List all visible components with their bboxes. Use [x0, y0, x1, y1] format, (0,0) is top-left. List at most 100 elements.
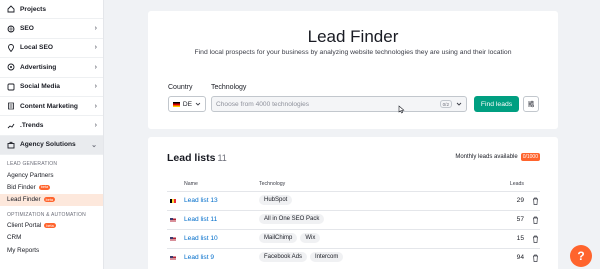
leads-count: 29 [516, 197, 524, 204]
page-title: Lead Finder [307, 27, 399, 46]
sidebar-item-label: Bid Finder [7, 183, 36, 191]
find-leads-button[interactable]: Find leads [474, 96, 519, 112]
sidebar-item-label: Advertising [20, 63, 57, 71]
chevron-down-icon: ⌄ [91, 141, 97, 149]
technology-tag: All in One SEO Pack [259, 214, 325, 224]
social-icon [7, 83, 15, 91]
chevron-down-icon [456, 102, 462, 106]
lead-list-link[interactable]: Lead list 9 [184, 254, 214, 261]
filter-settings-button[interactable] [523, 96, 539, 112]
leads-count: 94 [516, 254, 524, 261]
sidebar-item-label: Local SEO [20, 44, 53, 52]
column-header-technology[interactable]: Technology [259, 181, 285, 187]
technology-tags: HubSpot [259, 195, 293, 205]
sidebar-item-label: Agency Partners [7, 171, 54, 179]
sidebar-item-label: Lead Finder [7, 196, 41, 204]
help-button[interactable]: ? [570, 245, 592, 267]
page-subtitle: Find local prospects for your business b… [194, 49, 512, 56]
technology-tag: Wix [300, 233, 321, 243]
sidebar-item-seo[interactable]: SEO › [0, 19, 103, 39]
chevron-right-icon: › [94, 25, 97, 33]
filter-icon [528, 100, 534, 108]
technology-tags: All in One SEO Pack [259, 214, 325, 224]
lead-lists-count: 11 [217, 153, 227, 163]
sidebar-item-label: My Reports [7, 246, 40, 254]
sidebar-item-bid-finder[interactable]: Bid Finder beta [0, 181, 103, 193]
chevron-right-icon: › [94, 44, 97, 52]
sidebar-item-label: Client Portal [7, 222, 42, 230]
sidebar-item-crm[interactable]: CRM [0, 232, 103, 244]
sidebar-item-trends[interactable]: .Trends › [0, 116, 103, 136]
sidebar-item-social-media[interactable]: Social Media › [0, 78, 103, 97]
trends-icon [7, 122, 15, 130]
lead-list-link[interactable]: Lead list 10 [184, 235, 218, 242]
section-title-optimization: OPTIMIZATION & AUTOMATION [7, 211, 86, 218]
beta-badge: beta [44, 223, 56, 229]
sidebar-item-advertising[interactable]: Advertising › [0, 58, 103, 78]
column-header-name[interactable]: Name [184, 181, 198, 187]
sidebar-item-label: Agency Solutions [20, 141, 76, 149]
sidebar-item-label: Content Marketing [20, 102, 78, 110]
sidebar-item-lead-finder[interactable]: Lead Finder beta [0, 193, 103, 206]
lead-finder-card: Lead Finder Find local prospects for you… [148, 11, 558, 129]
sidebar-item-my-reports[interactable]: My Reports [0, 244, 103, 256]
table-row: Lead list 11 All in One SEO Pack 57 [167, 210, 540, 229]
table-row: Lead list 10 MailChimp Wix 15 [167, 229, 540, 248]
technology-count: 0/2 [439, 100, 452, 108]
sidebar-item-agency-solutions[interactable]: Agency Solutions ⌄ [0, 135, 103, 156]
technology-tags: Facebook Ads Intercom [259, 252, 344, 262]
sidebar-item-label: SEO [20, 25, 34, 33]
technology-tags: MailChimp Wix [259, 233, 321, 243]
leads-count: 57 [516, 216, 524, 223]
table-row: Lead list 13 HubSpot 29 [167, 191, 540, 210]
trash-icon[interactable] [532, 216, 539, 224]
sidebar-item-projects[interactable]: Projects [0, 0, 103, 20]
sidebar-item-local-seo[interactable]: Local SEO › [0, 39, 103, 59]
sidebar-item-label: .Trends [20, 122, 44, 130]
advertising-icon [7, 63, 15, 71]
usa-flag-icon [170, 218, 176, 222]
sidebar-item-label: CRM [7, 234, 22, 242]
leads-count: 15 [516, 235, 524, 242]
technology-label: Technology [211, 84, 247, 91]
chevron-right-icon: › [94, 122, 97, 130]
monthly-leads-quota: 0/1000 [520, 153, 540, 161]
technology-tag: HubSpot [259, 195, 293, 205]
monthly-leads: Monthly leads available 0/1000 [455, 153, 540, 161]
belgium-flag-icon [170, 199, 176, 203]
country-select[interactable]: DE [168, 96, 206, 112]
chevron-right-icon: › [94, 83, 97, 91]
trash-icon[interactable] [532, 235, 539, 243]
content-icon [7, 102, 15, 110]
seo-icon [7, 25, 15, 33]
beta-badge: beta [43, 197, 55, 203]
country-value: DE [182, 100, 193, 108]
lead-lists-title: Lead lists 11 [167, 152, 227, 164]
lead-list-link[interactable]: Lead list 13 [184, 197, 218, 204]
sidebar-item-label: Projects [20, 5, 47, 13]
chevron-down-icon [195, 102, 201, 106]
lead-lists-heading: Lead lists [167, 152, 216, 164]
agency-icon [7, 141, 15, 149]
column-header-leads[interactable]: Leads [510, 181, 524, 187]
usa-flag-icon [170, 237, 176, 241]
sidebar-item-content-marketing[interactable]: Content Marketing › [0, 97, 103, 117]
sidebar: Projects SEO › Local SEO › Advertising ›… [0, 0, 104, 269]
technology-tag: Intercom [310, 252, 344, 262]
technology-placeholder: Choose from 4000 technologies [216, 100, 310, 108]
home-icon [7, 5, 15, 13]
table-header: Name Technology Leads [167, 179, 540, 189]
sidebar-item-label: Social Media [20, 83, 60, 91]
mouse-cursor-icon [398, 105, 405, 114]
trash-icon[interactable] [532, 197, 539, 205]
section-title-lead-generation: LEAD GENERATION [7, 161, 58, 168]
lead-list-link[interactable]: Lead list 11 [184, 216, 217, 223]
chevron-right-icon: › [94, 63, 97, 71]
technology-input[interactable]: Choose from 4000 technologies 0/2 [211, 96, 467, 112]
chevron-right-icon: › [94, 102, 97, 110]
table-row: Lead list 9 Facebook Ads Intercom 94 [167, 248, 540, 267]
monthly-leads-label: Monthly leads available [455, 154, 518, 160]
trash-icon[interactable] [532, 254, 539, 262]
sidebar-item-agency-partners[interactable]: Agency Partners [0, 169, 103, 181]
sidebar-item-client-portal[interactable]: Client Portal beta [0, 220, 103, 232]
